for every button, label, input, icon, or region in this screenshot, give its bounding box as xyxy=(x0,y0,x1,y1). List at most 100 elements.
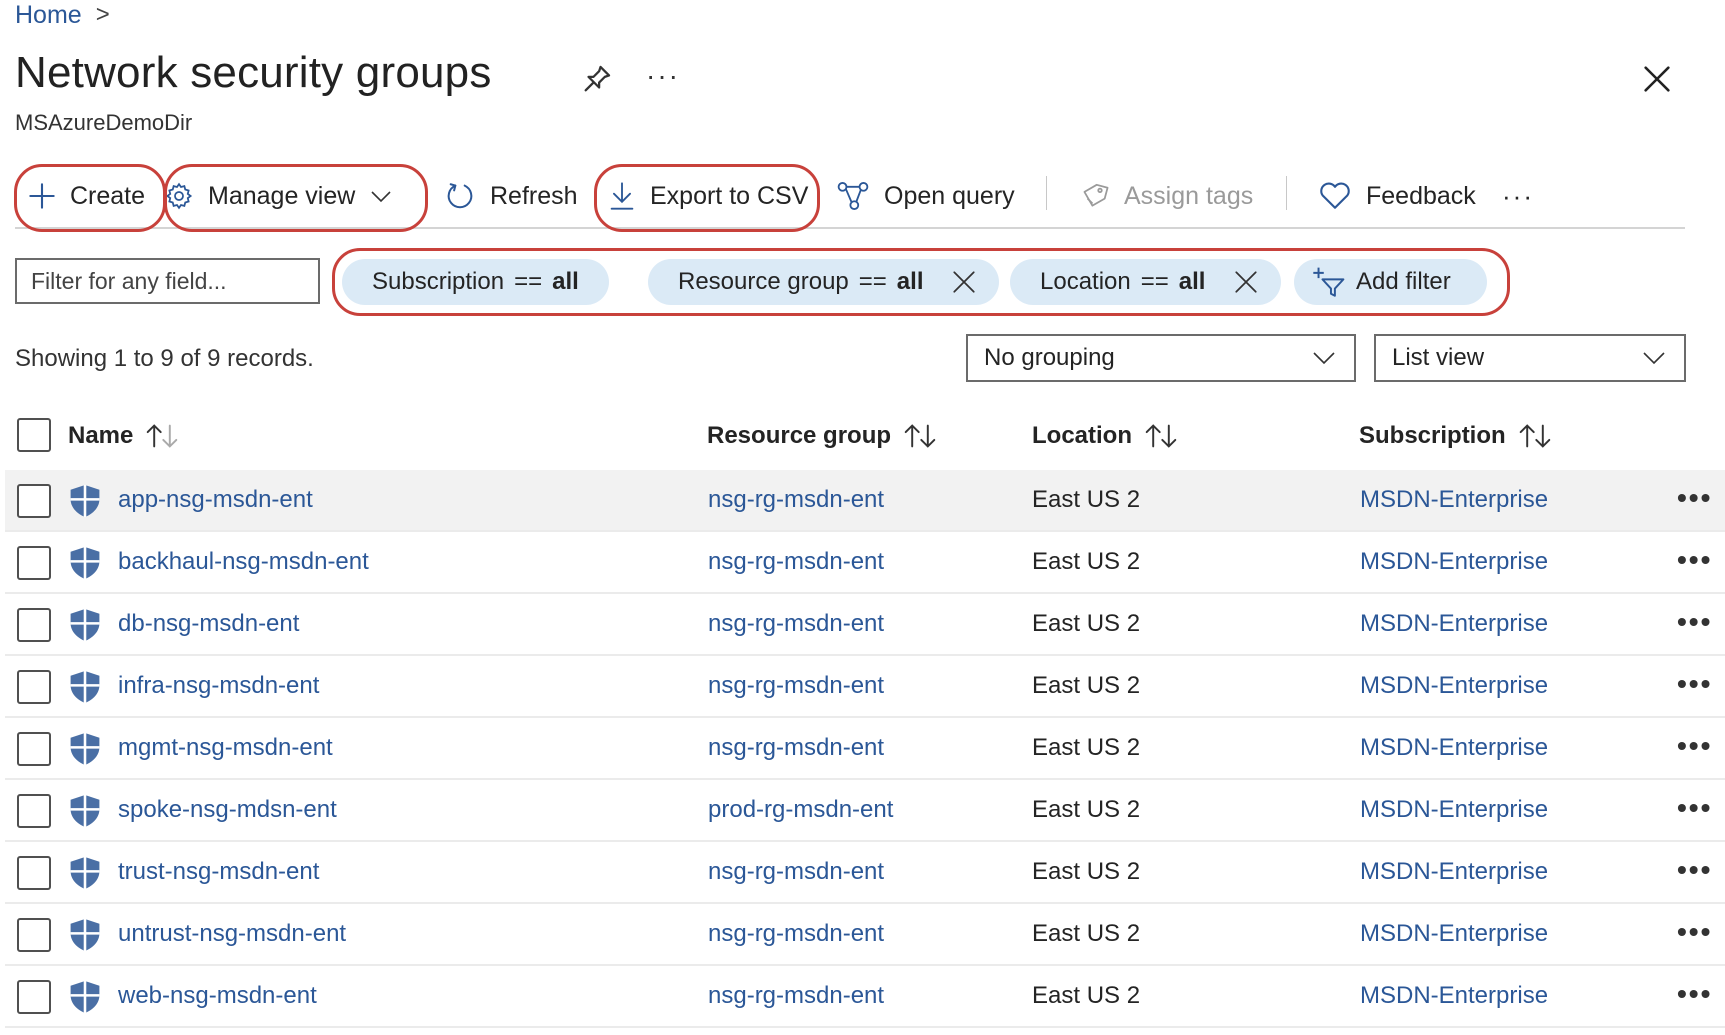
row-checkbox[interactable] xyxy=(17,670,51,704)
view-select[interactable]: List view xyxy=(1374,334,1686,382)
row-more-button[interactable]: ••• xyxy=(1677,966,1712,1022)
row-name-link[interactable]: untrust-nsg-msdn-ent xyxy=(118,904,346,964)
row-checkbox[interactable] xyxy=(17,732,51,766)
shield-icon xyxy=(70,485,100,517)
column-header-location[interactable]: Location xyxy=(1032,418,1178,454)
row-more-button[interactable]: ••• xyxy=(1677,842,1712,898)
row-checkbox[interactable] xyxy=(17,918,51,952)
row-location: East US 2 xyxy=(1032,548,1141,575)
row-location: East US 2 xyxy=(1032,858,1141,885)
row-subscription-link[interactable]: MSDN-Enterprise xyxy=(1360,656,1548,716)
open-query-label: Open query xyxy=(884,181,1015,210)
row-resource-group-link[interactable]: nsg-rg-msdn-ent xyxy=(708,470,884,530)
shield-icon xyxy=(70,795,100,827)
filter-field: Subscription xyxy=(372,268,505,295)
row-subscription-link[interactable]: MSDN-Enterprise xyxy=(1360,904,1548,964)
manage-view-button[interactable]: Manage view xyxy=(164,164,393,228)
table-row[interactable]: backhaul-nsg-msdn-ent nsg-rg-msdn-ent Ea… xyxy=(5,532,1725,594)
table-row[interactable]: mgmt-nsg-msdn-ent nsg-rg-msdn-ent East U… xyxy=(5,718,1725,780)
row-more-button[interactable]: ••• xyxy=(1677,532,1712,588)
feedback-button[interactable]: Feedback xyxy=(1318,164,1476,228)
grouping-select[interactable]: No grouping xyxy=(966,334,1356,382)
shield-icon xyxy=(70,857,100,889)
pin-icon[interactable] xyxy=(580,62,614,96)
refresh-button[interactable]: Refresh xyxy=(444,164,578,228)
filter-operator: == xyxy=(858,268,887,295)
shield-icon xyxy=(70,919,100,951)
row-resource-group-link[interactable]: nsg-rg-msdn-ent xyxy=(708,966,884,1026)
row-subscription-link[interactable]: MSDN-Enterprise xyxy=(1360,966,1548,1026)
assign-tags-button[interactable]: Assign tags xyxy=(1080,164,1253,228)
row-resource-group-link[interactable]: nsg-rg-msdn-ent xyxy=(708,904,884,964)
row-subscription-link[interactable]: MSDN-Enterprise xyxy=(1360,470,1548,530)
row-subscription-link[interactable]: MSDN-Enterprise xyxy=(1360,780,1548,840)
create-button[interactable]: Create xyxy=(28,164,145,228)
table-row[interactable]: untrust-nsg-msdn-ent nsg-rg-msdn-ent Eas… xyxy=(5,904,1725,966)
close-icon[interactable] xyxy=(1233,269,1259,295)
row-name-link[interactable]: infra-nsg-msdn-ent xyxy=(118,656,319,716)
subscription-filter-pill[interactable]: Subscription == all xyxy=(342,259,609,305)
table-row[interactable]: web-nsg-msdn-ent nsg-rg-msdn-ent East US… xyxy=(5,966,1725,1028)
location-filter-pill[interactable]: Location == all xyxy=(1010,259,1282,305)
sort-icon xyxy=(147,424,178,448)
row-resource-group-link[interactable]: nsg-rg-msdn-ent xyxy=(708,594,884,654)
row-checkbox[interactable] xyxy=(17,546,51,580)
table-row[interactable]: infra-nsg-msdn-ent nsg-rg-msdn-ent East … xyxy=(5,656,1725,718)
row-resource-group-link[interactable]: nsg-rg-msdn-ent xyxy=(708,842,884,902)
row-checkbox[interactable] xyxy=(17,484,51,518)
row-name-link[interactable]: app-nsg-msdn-ent xyxy=(118,470,313,530)
row-more-button[interactable]: ••• xyxy=(1677,718,1712,774)
row-subscription-link[interactable]: MSDN-Enterprise xyxy=(1360,842,1548,902)
filter-value: all xyxy=(1178,268,1206,295)
resource-group-filter-pill[interactable]: Resource group == all xyxy=(648,259,1000,305)
row-name-link[interactable]: db-nsg-msdn-ent xyxy=(118,594,299,654)
row-location: East US 2 xyxy=(1032,672,1141,699)
table-row[interactable]: spoke-nsg-mdsn-ent prod-rg-msdn-ent East… xyxy=(5,780,1725,842)
table-row[interactable]: trust-nsg-msdn-ent nsg-rg-msdn-ent East … xyxy=(5,842,1725,904)
filter-input[interactable] xyxy=(15,258,320,304)
row-name-link[interactable]: trust-nsg-msdn-ent xyxy=(118,842,319,902)
export-csv-button[interactable]: Export to CSV xyxy=(608,164,808,228)
feedback-label: Feedback xyxy=(1366,181,1476,210)
close-icon[interactable] xyxy=(951,269,977,295)
row-name-link[interactable]: web-nsg-msdn-ent xyxy=(118,966,317,1026)
row-checkbox[interactable] xyxy=(17,608,51,642)
toolbar-more-button[interactable]: ··· xyxy=(1502,164,1534,228)
row-resource-group-link[interactable]: nsg-rg-msdn-ent xyxy=(708,532,884,592)
filter-operator: == xyxy=(1140,268,1169,295)
column-header-subscription[interactable]: Subscription xyxy=(1359,418,1552,454)
open-query-button[interactable]: Open query xyxy=(836,164,1015,228)
row-more-button[interactable]: ••• xyxy=(1677,780,1712,836)
row-subscription-link[interactable]: MSDN-Enterprise xyxy=(1360,594,1548,654)
breadcrumb-home-link[interactable]: Home xyxy=(15,1,82,30)
add-filter-button[interactable]: Add filter xyxy=(1294,259,1487,305)
table-row[interactable]: app-nsg-msdn-ent nsg-rg-msdn-ent East US… xyxy=(5,470,1725,532)
row-more-button[interactable]: ••• xyxy=(1677,470,1712,526)
refresh-icon xyxy=(447,183,473,209)
row-name-link[interactable]: spoke-nsg-mdsn-ent xyxy=(118,780,337,840)
row-name-link[interactable]: mgmt-nsg-msdn-ent xyxy=(118,718,333,778)
row-resource-group-link[interactable]: prod-rg-msdn-ent xyxy=(708,780,893,840)
row-location: East US 2 xyxy=(1032,920,1141,947)
row-checkbox[interactable] xyxy=(17,980,51,1014)
row-more-button[interactable]: ••• xyxy=(1677,594,1712,650)
row-subscription-link[interactable]: MSDN-Enterprise xyxy=(1360,532,1548,592)
row-resource-group-link[interactable]: nsg-rg-msdn-ent xyxy=(708,656,884,716)
column-header-name[interactable]: Name xyxy=(68,418,179,454)
table-row[interactable]: db-nsg-msdn-ent nsg-rg-msdn-ent East US … xyxy=(5,594,1725,656)
title-more-button[interactable]: ··· xyxy=(646,60,680,92)
close-icon[interactable] xyxy=(1640,62,1674,96)
select-all-checkbox[interactable] xyxy=(17,418,51,452)
row-subscription-link[interactable]: MSDN-Enterprise xyxy=(1360,718,1548,778)
row-more-button[interactable]: ••• xyxy=(1677,904,1712,960)
add-filter-label: Add filter xyxy=(1356,268,1451,295)
shield-icon xyxy=(70,733,100,765)
row-more-button[interactable]: ••• xyxy=(1677,656,1712,712)
row-resource-group-link[interactable]: nsg-rg-msdn-ent xyxy=(708,718,884,778)
chevron-down-icon xyxy=(1643,352,1665,365)
sort-icon xyxy=(1145,424,1177,448)
row-name-link[interactable]: backhaul-nsg-msdn-ent xyxy=(118,532,369,592)
column-header-resource-group[interactable]: Resource group xyxy=(707,418,937,454)
row-checkbox[interactable] xyxy=(17,794,51,828)
row-checkbox[interactable] xyxy=(17,856,51,890)
